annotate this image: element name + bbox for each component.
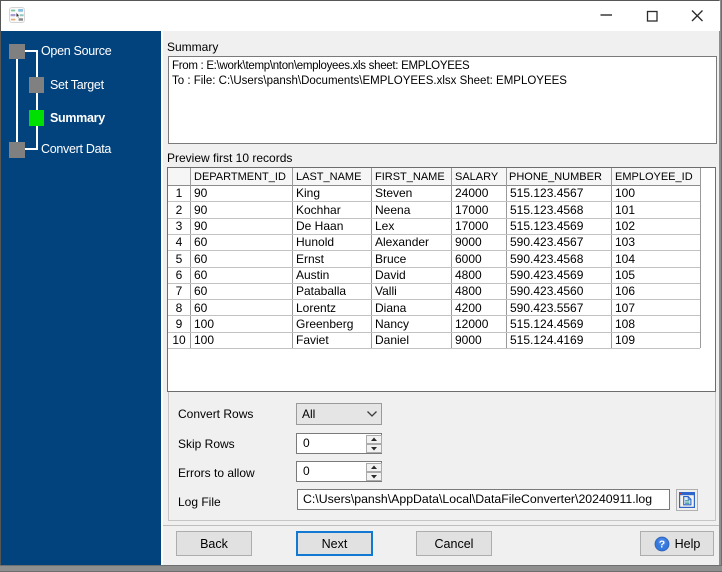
svg-text:?: ? (658, 538, 664, 550)
